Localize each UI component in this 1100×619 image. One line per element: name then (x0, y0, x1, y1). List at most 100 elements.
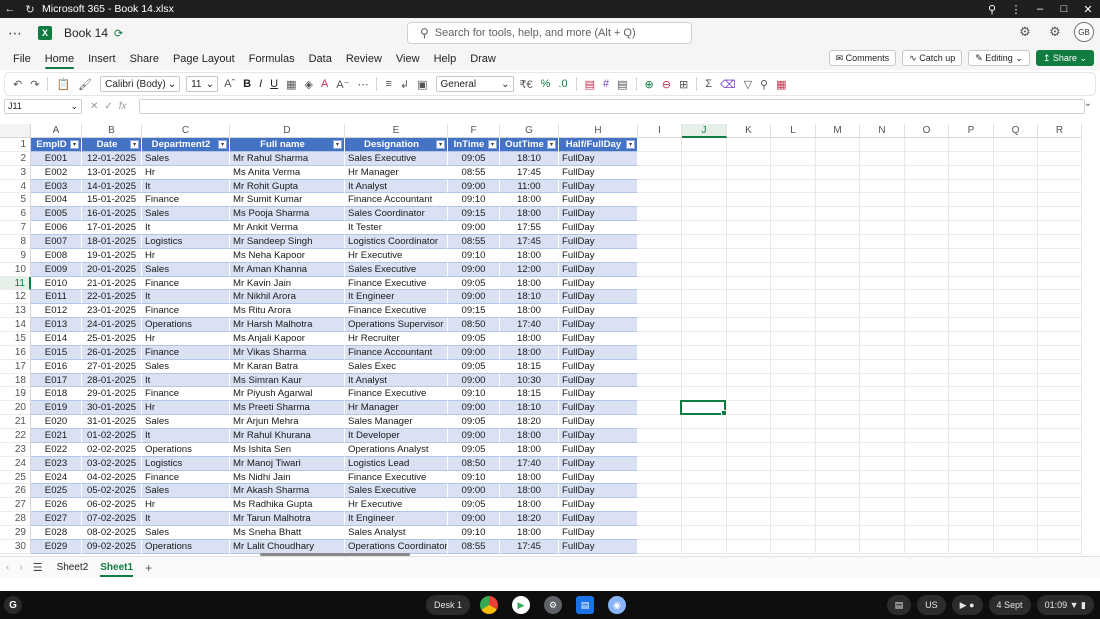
document-title[interactable]: Book 14 (64, 26, 108, 40)
table-cell[interactable]: Finance Executive (345, 470, 448, 485)
tab-formulas[interactable]: Formulas (249, 48, 295, 70)
table-cell[interactable]: Mr Arjun Mehra (230, 415, 345, 430)
table-cell[interactable]: FullDay (559, 456, 638, 471)
row-header[interactable]: 14 (0, 318, 31, 333)
cell[interactable] (994, 526, 1038, 540)
formula-input[interactable] (138, 98, 1085, 114)
table-cell[interactable]: 18:00 (500, 484, 559, 499)
select-all-corner[interactable] (0, 124, 31, 138)
borders-icon[interactable]: ▦ (286, 78, 296, 91)
table-cell[interactable]: 09:00 (448, 221, 500, 236)
column-header[interactable]: C (142, 124, 230, 138)
cell[interactable] (771, 345, 816, 360)
cell[interactable] (1038, 401, 1082, 416)
table-cell[interactable]: E015 (31, 345, 82, 360)
cell[interactable] (771, 248, 816, 263)
cell[interactable] (1038, 484, 1082, 499)
bold-icon[interactable]: B (243, 78, 251, 90)
table-cell[interactable]: FullDay (559, 484, 638, 499)
cell[interactable] (1038, 415, 1082, 430)
cell[interactable] (905, 318, 949, 333)
cell[interactable] (682, 498, 727, 513)
cell[interactable] (727, 248, 771, 263)
table-cell[interactable]: FullDay (559, 387, 638, 402)
decimal-icon[interactable]: .0 (558, 78, 567, 90)
cell[interactable] (949, 415, 994, 430)
delete-cells-icon[interactable]: ⊖ (662, 78, 671, 91)
cell[interactable] (727, 484, 771, 499)
underline-icon[interactable]: U (270, 78, 278, 90)
table-cell[interactable]: Operations Supervisor (345, 318, 448, 333)
cell[interactable] (1038, 193, 1082, 208)
table-cell[interactable]: 09:00 (448, 484, 500, 499)
cell[interactable] (860, 151, 905, 166)
cell[interactable] (905, 221, 949, 236)
vertical-scrollbar[interactable] (1094, 124, 1100, 556)
cell[interactable] (771, 539, 816, 554)
cell[interactable] (860, 221, 905, 236)
cell[interactable] (905, 359, 949, 374)
table-cell[interactable]: Operations (142, 539, 230, 554)
cell[interactable] (994, 387, 1038, 402)
cell[interactable] (727, 318, 771, 333)
align-icon[interactable]: ≡ (385, 78, 391, 90)
table-cell[interactable]: Sales (142, 484, 230, 499)
cell[interactable] (1038, 442, 1082, 457)
table-cell[interactable]: E009 (31, 262, 82, 277)
format-cells-icon[interactable]: ⊞ (679, 78, 688, 91)
cell[interactable] (949, 221, 994, 236)
clear-icon[interactable]: ⌫ (720, 78, 736, 91)
table-cell[interactable]: E022 (31, 442, 82, 457)
cell[interactable] (949, 193, 994, 208)
cell[interactable] (1038, 373, 1082, 388)
table-cell[interactable]: 31-01-2025 (82, 415, 142, 430)
cell[interactable] (1038, 359, 1082, 374)
cell[interactable] (771, 262, 816, 277)
table-cell[interactable]: 17:45 (500, 165, 559, 180)
cell[interactable] (638, 276, 682, 291)
cell[interactable] (860, 179, 905, 194)
table-cell[interactable]: 03-02-2025 (82, 456, 142, 471)
cell[interactable] (727, 470, 771, 485)
table-cell[interactable]: Hr Manager (345, 165, 448, 180)
table-header-cell[interactable]: InTime ▾ (448, 138, 500, 152)
cell[interactable] (1038, 235, 1082, 249)
table-cell[interactable]: 10:30 (500, 373, 559, 388)
table-cell[interactable]: FullDay (559, 207, 638, 222)
table-cell[interactable]: Mr Kavin Jain (230, 276, 345, 291)
cell[interactable] (771, 207, 816, 222)
cell[interactable] (682, 345, 727, 360)
table-cell[interactable]: 18:00 (500, 193, 559, 208)
cell[interactable] (727, 526, 771, 540)
cell[interactable] (994, 415, 1038, 430)
table-cell[interactable]: E010 (31, 276, 82, 291)
cell[interactable] (682, 318, 727, 333)
row-header[interactable]: 2 (0, 151, 31, 166)
cell[interactable] (994, 262, 1038, 277)
undo-icon[interactable]: ↶ (13, 78, 22, 91)
cell[interactable] (1038, 345, 1082, 360)
table-cell[interactable]: 15-01-2025 (82, 193, 142, 208)
tab-review[interactable]: Review (346, 48, 382, 70)
settings-icon[interactable]: ⚙ (1040, 24, 1070, 40)
cell[interactable] (860, 248, 905, 263)
table-cell[interactable]: FullDay (559, 318, 638, 333)
table-cell[interactable]: FullDay (559, 151, 638, 166)
cell[interactable] (771, 512, 816, 527)
cell[interactable] (905, 248, 949, 263)
tab-help[interactable]: Help (434, 48, 457, 70)
row-header[interactable]: 27 (0, 498, 31, 513)
table-cell[interactable]: Finance (142, 470, 230, 485)
tab-data[interactable]: Data (309, 48, 332, 70)
cell[interactable] (860, 276, 905, 291)
cell[interactable] (682, 359, 727, 374)
table-cell[interactable]: 09:05 (448, 442, 500, 457)
tab-view[interactable]: View (396, 48, 420, 70)
cell[interactable] (905, 138, 949, 152)
table-cell[interactable]: It (142, 179, 230, 194)
cell[interactable] (638, 415, 682, 430)
cell[interactable] (905, 484, 949, 499)
table-cell[interactable]: Ms Sneha Bhatt (230, 526, 345, 540)
cell[interactable] (638, 221, 682, 236)
cell[interactable] (949, 262, 994, 277)
